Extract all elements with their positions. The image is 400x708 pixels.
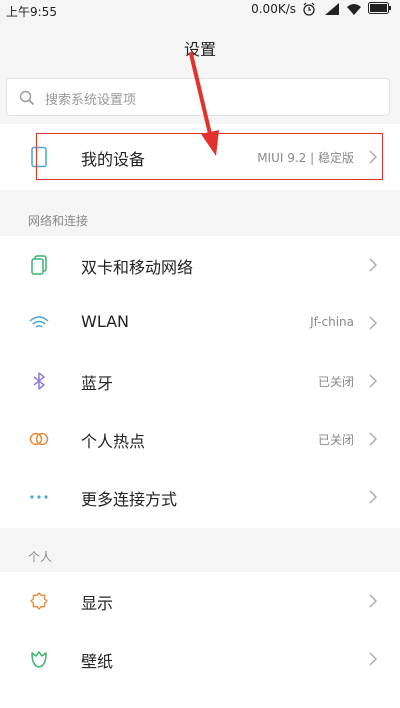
battery-icon	[368, 2, 392, 16]
chevron-right-icon	[368, 257, 378, 273]
status-icons: 0.00K/s	[251, 2, 392, 16]
sim-card-icon	[28, 254, 50, 276]
my-device-version: MIUI 9.2 | 稳定版	[257, 151, 354, 165]
row-label: 显示	[81, 594, 114, 613]
sidebar-item-wlan[interactable]: WLAN Jf-china	[0, 294, 400, 352]
chevron-right-icon	[368, 373, 378, 389]
chevron-right-icon	[368, 149, 378, 165]
more-dots-icon	[28, 486, 50, 508]
personal-card: 显示 壁纸	[0, 572, 400, 708]
search-placeholder: 搜索系统设置项	[45, 93, 137, 108]
search-icon	[19, 90, 35, 106]
my-device-card: 我的设备 MIUI 9.2 | 稳定版	[0, 124, 400, 190]
display-sun-icon	[28, 590, 50, 612]
row-label: 更多连接方式	[81, 490, 178, 509]
my-device-row[interactable]: 我的设备 MIUI 9.2 | 稳定版	[0, 128, 400, 186]
wifi-icon	[28, 312, 50, 334]
network-speed: 0.00K/s	[251, 2, 296, 16]
section-header-personal: 个人	[0, 536, 400, 572]
page-title: 设置	[183, 40, 216, 59]
row-label: WLAN	[81, 312, 130, 331]
chevron-right-icon	[368, 431, 378, 447]
alarm-icon	[302, 2, 318, 16]
row-label: 双卡和移动网络	[81, 258, 194, 277]
network-card: 双卡和移动网络 WLAN Jf-china 蓝牙 已关闭 个人热点 已关闭 更多…	[0, 236, 400, 528]
row-value: Jf-china	[310, 315, 354, 329]
sidebar-item-wallpaper[interactable]: 壁纸	[0, 630, 400, 688]
bluetooth-icon	[28, 370, 50, 392]
section-title-personal: 个人	[28, 550, 53, 564]
row-label: 个人热点	[81, 432, 146, 451]
title-bar: 设置	[0, 20, 400, 72]
status-bar: 上午9:55 0.00K/s	[0, 0, 400, 20]
sidebar-item-hotspot[interactable]: 个人热点 已关闭	[0, 410, 400, 468]
row-value: 已关闭	[317, 375, 354, 389]
chevron-right-icon	[368, 593, 378, 609]
wallpaper-icon	[28, 648, 50, 670]
sidebar-item-dual-sim[interactable]: 双卡和移动网络	[0, 236, 400, 294]
hotspot-icon	[28, 428, 50, 450]
phone-icon	[28, 146, 50, 168]
row-label: 壁纸	[81, 652, 114, 671]
row-value: 已关闭	[317, 433, 354, 447]
my-device-label: 我的设备	[81, 150, 146, 169]
section-header-network: 网络和连接	[0, 200, 400, 236]
chevron-right-icon	[368, 489, 378, 505]
row-label: 蓝牙	[81, 374, 114, 393]
sidebar-item-display[interactable]: 显示	[0, 572, 400, 630]
wifi-status-icon	[346, 2, 362, 16]
chevron-right-icon	[368, 651, 378, 667]
sidebar-item-more-connections[interactable]: 更多连接方式	[0, 468, 400, 526]
status-time: 上午9:55	[6, 5, 57, 19]
signal-icon	[324, 2, 340, 16]
section-title-network: 网络和连接	[28, 214, 89, 228]
chevron-right-icon	[368, 315, 378, 331]
sidebar-item-bluetooth[interactable]: 蓝牙 已关闭	[0, 352, 400, 410]
search-input[interactable]: 搜索系统设置项	[6, 78, 390, 116]
